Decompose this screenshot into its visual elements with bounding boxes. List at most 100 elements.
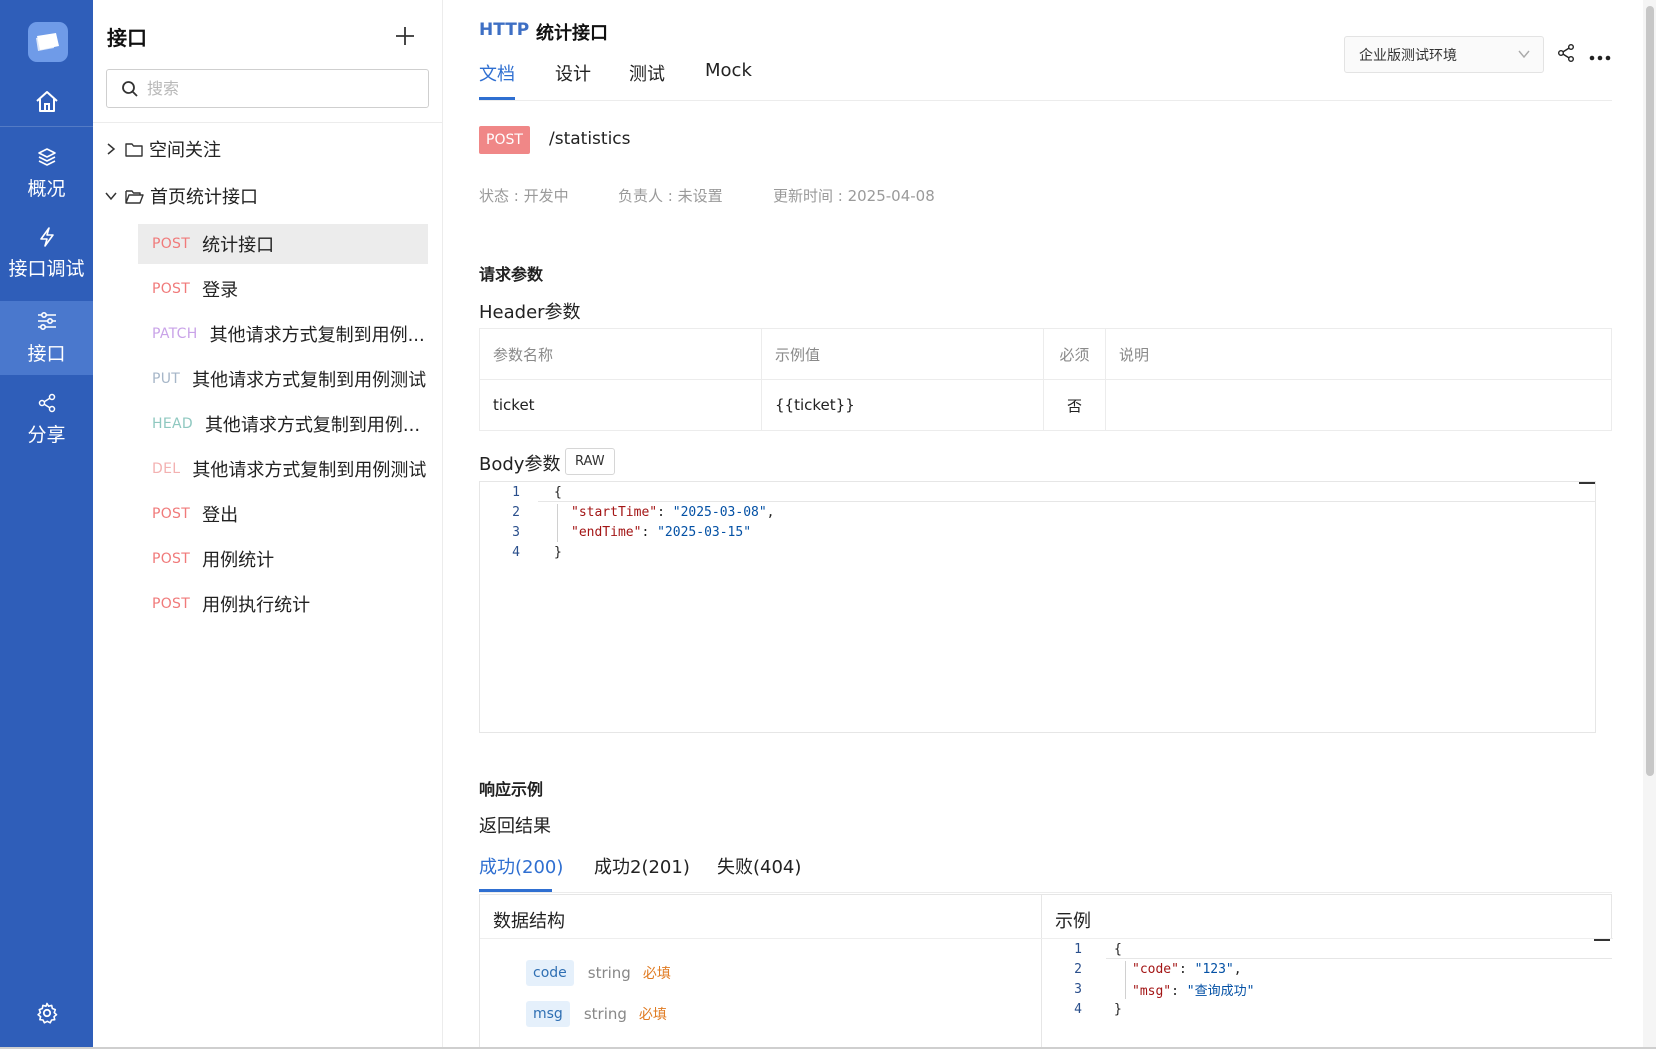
json-key: "code" <box>1132 961 1179 977</box>
field-name: code <box>526 960 574 986</box>
method-label: POST <box>152 281 191 297</box>
code-text: } <box>554 544 562 560</box>
search-box[interactable] <box>106 69 429 108</box>
api-item-case-exec-stats[interactable]: POST 用例执行统计 <box>138 584 428 624</box>
code-line: 4 } <box>1042 999 1122 1019</box>
add-api-button[interactable] <box>393 24 417 48</box>
json-key: "startTime" <box>571 504 658 520</box>
nav-item-api[interactable]: 接口 <box>0 301 93 375</box>
code-line: 3 "msg": "查询成功" <box>1042 979 1254 999</box>
column-header: 说明 <box>1105 328 1612 380</box>
json-value: "123" <box>1194 961 1234 977</box>
method-label: POST <box>152 236 191 252</box>
editor-fold-marker <box>1579 482 1595 484</box>
example-title: 示例 <box>1055 911 1091 932</box>
field-type: string <box>587 964 631 982</box>
api-name: 其他请求方式复制到用例测试 <box>192 370 427 391</box>
search-input[interactable] <box>147 79 407 98</box>
api-item-patch[interactable]: PATCH 其他请求方式复制到用例... <box>138 314 428 354</box>
api-item-logout[interactable]: POST 登出 <box>138 494 428 534</box>
response-tabs-divider <box>479 892 1612 893</box>
folder-label: 首页统计接口 <box>150 187 258 208</box>
json-sep: , <box>766 504 775 520</box>
api-item-put[interactable]: PUT 其他请求方式复制到用例测试 <box>138 359 428 399</box>
home-button[interactable] <box>0 82 93 122</box>
body-type-tag[interactable]: RAW <box>565 448 615 475</box>
json-key: "msg" <box>1132 983 1172 999</box>
nav-item-debug[interactable]: 接口调试 <box>0 226 93 288</box>
lightning-icon <box>39 227 54 247</box>
chevron-down-icon <box>103 191 119 201</box>
api-item-del[interactable]: DEL 其他请求方式复制到用例测试 <box>138 449 428 489</box>
json-value: "2025-03-15" <box>657 524 752 540</box>
api-name: 其他请求方式复制到用例... <box>209 325 425 346</box>
line-number: 4 <box>512 544 520 560</box>
table-header-row: 参数名称 示例值 必须 说明 <box>479 328 1612 380</box>
share-button[interactable] <box>1556 43 1576 63</box>
app-logo[interactable] <box>28 22 68 62</box>
tabs-divider <box>479 100 1612 101</box>
json-value: "2025-03-08" <box>672 504 767 520</box>
tab-response-200[interactable]: 成功(200) <box>479 853 563 879</box>
share-icon <box>1558 44 1574 62</box>
api-name: 其他请求方式复制到用例... <box>204 415 421 436</box>
settings-button[interactable] <box>0 996 93 1030</box>
plus-icon <box>396 27 414 45</box>
panel-title: 接口 <box>107 26 147 50</box>
api-item-case-stats[interactable]: POST 用例统计 <box>138 539 428 579</box>
nav-divider <box>0 126 93 127</box>
api-name: 登出 <box>202 505 239 526</box>
updated-text: 更新时间 : 2025-04-08 <box>773 187 935 205</box>
line-number: 3 <box>1074 981 1082 997</box>
api-name: 用例统计 <box>202 550 275 571</box>
folder-home-statistics[interactable]: 首页统计接口 <box>103 181 258 211</box>
panel-divider <box>93 122 443 123</box>
json-key: "endTime" <box>571 524 642 540</box>
tab-design[interactable]: 设计 <box>555 60 591 86</box>
param-name: ticket <box>479 379 762 431</box>
sliders-icon <box>37 311 56 331</box>
tab-mock[interactable]: Mock <box>705 60 752 81</box>
api-item-head[interactable]: HEAD 其他请求方式复制到用例... <box>138 404 428 444</box>
code-line: 1 { <box>480 482 562 502</box>
line-number: 2 <box>1074 961 1082 977</box>
nav-item-overview[interactable]: 概况 <box>0 146 93 206</box>
code-line: 4 } <box>480 542 562 562</box>
method-badge: POST <box>479 126 530 154</box>
folder-space-follow[interactable]: 空间关注 <box>103 134 221 164</box>
nav-item-label: 接口 <box>27 343 66 365</box>
json-sep: , <box>1233 961 1242 977</box>
response-field: msg string 必填 <box>526 999 667 1029</box>
folder-icon <box>125 142 143 157</box>
structure-title: 数据结构 <box>493 911 565 932</box>
tab-response-201[interactable]: 成功2(201) <box>594 853 690 879</box>
chevron-right-icon <box>103 143 119 155</box>
nav-item-label: 概况 <box>27 178 66 200</box>
method-label: POST <box>152 551 191 567</box>
tab-doc[interactable]: 文档 <box>479 60 515 86</box>
nav-item-share[interactable]: 分享 <box>0 392 93 452</box>
api-name: 统计接口 <box>202 235 275 256</box>
body-code-editor[interactable]: 1 { 2 "startTime": "2025-03-08", 3 "endT… <box>479 481 1596 733</box>
more-icon <box>1589 55 1611 61</box>
scrollbar-thumb[interactable] <box>1646 6 1654 776</box>
home-icon <box>35 91 58 112</box>
tab-test[interactable]: 测试 <box>629 60 665 86</box>
response-field: code string 必填 <box>526 958 671 988</box>
response-example-editor[interactable]: 1 { 2 "code": "123", 3 "msg": "查询成功" 4 } <box>1042 939 1612 1049</box>
tab-response-404[interactable]: 失败(404) <box>717 853 801 879</box>
api-item-login[interactable]: POST 登录 <box>138 269 428 309</box>
status-text: 状态 : 开发中 <box>479 187 569 205</box>
logo-icon <box>36 33 59 51</box>
code-text: { <box>554 484 562 500</box>
share-icon <box>38 393 55 413</box>
environment-value: 企业版测试环境 <box>1359 47 1457 64</box>
more-button[interactable] <box>1588 48 1612 61</box>
method-label: DEL <box>152 461 181 477</box>
param-required: 否 <box>1043 379 1106 431</box>
owner-text: 负责人 : 未设置 <box>618 187 723 205</box>
line-number: 1 <box>1074 941 1082 957</box>
param-desc <box>1105 379 1612 431</box>
api-item-statistics[interactable]: POST 统计接口 <box>138 224 428 264</box>
environment-select[interactable]: 企业版测试环境 <box>1344 36 1544 73</box>
